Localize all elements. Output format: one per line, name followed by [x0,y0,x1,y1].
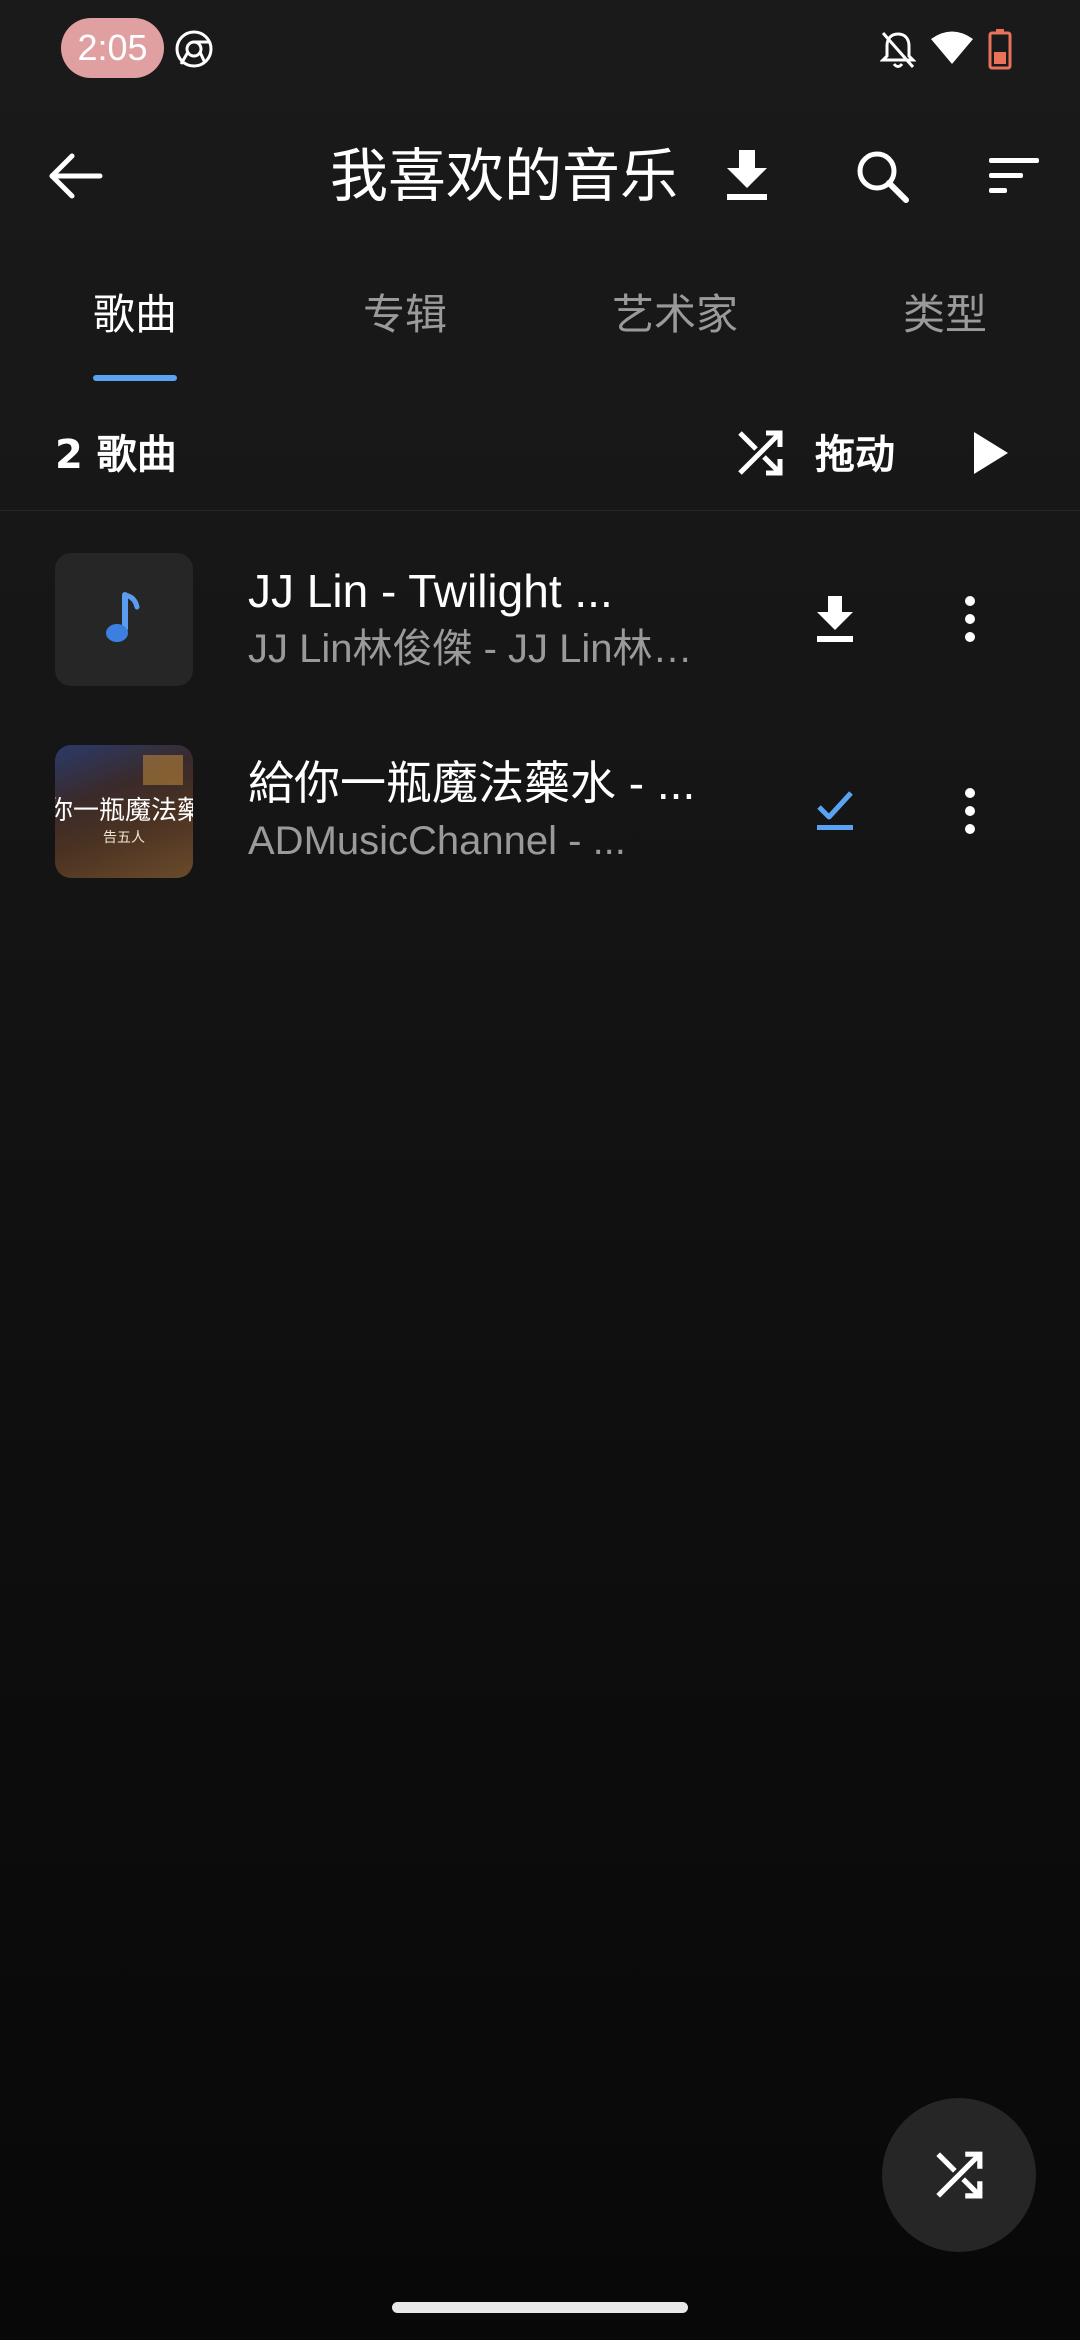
sort-button[interactable] [974,136,1054,216]
shuffle-label[interactable]: 拖动 [815,425,895,485]
active-tab-indicator [93,375,177,381]
back-arrow-icon[interactable] [38,138,114,214]
more-vert-icon [965,788,975,834]
wifi-icon [931,31,973,64]
chrome-icon [175,30,213,68]
download-button[interactable] [707,136,787,216]
shuffle-fab[interactable] [882,2098,1036,2252]
play-all-button[interactable] [950,413,1030,493]
song-more-button[interactable] [930,771,1010,851]
shuffle-icon [936,2151,983,2199]
song-count: 2 歌曲 [55,432,177,478]
sort-icon [989,158,1039,193]
tab-songs[interactable]: 歌曲 [35,250,235,385]
search-icon [857,151,909,203]
tab-albums[interactable]: 专辑 [305,250,505,385]
tab-genres[interactable]: 类型 [845,250,1045,385]
status-bar: 2:05 [0,0,1080,100]
tab-artists[interactable]: 艺术家 [575,250,775,385]
notifications-off-icon [880,32,916,68]
thumbnail-text: 你一瓶魔法藥 [55,796,193,826]
tab-bar: 歌曲 专辑 艺术家 类型 [0,250,1080,385]
search-button[interactable] [842,136,922,216]
song-thumbnail [55,553,193,686]
play-icon [974,432,1008,474]
page-title: 我喜欢的音乐 [330,142,679,210]
thumbnail-subtext: 告五人 [103,830,145,846]
song-title: 給你一瓶魔法藥水 - ... [248,757,696,809]
download-icon [817,596,853,642]
thumbnail-window-glow [143,755,183,785]
more-vert-icon [965,596,975,642]
song-downloaded-button[interactable] [795,771,875,851]
downloaded-check-icon [817,791,853,830]
song-download-button[interactable] [795,579,875,659]
download-icon [727,150,767,200]
song-list-item[interactable]: 你一瓶魔法藥 告五人 給你一瓶魔法藥水 - ... ADMusicChannel… [0,745,1080,935]
app-bar: 我喜欢的音乐 [0,100,1080,250]
song-list-item[interactable]: JJ Lin - Twilight ... JJ Lin林俊傑 - JJ Lin… [0,553,1080,743]
home-indicator[interactable] [392,2302,688,2313]
song-thumbnail: 你一瓶魔法藥 告五人 [55,745,193,878]
music-note-icon [106,592,140,642]
song-title: JJ Lin - Twilight ... [248,565,613,617]
battery-icon [988,29,1012,70]
song-subtitle: ADMusicChannel - ... [248,819,626,863]
song-more-button[interactable] [930,579,1010,659]
status-time: 2:05 [61,18,164,78]
songs-toolbar: 2 歌曲 拖动 [0,395,1080,511]
shuffle-icon [738,430,783,476]
song-subtitle: JJ Lin林俊傑 - JJ Lin林… [248,627,693,671]
